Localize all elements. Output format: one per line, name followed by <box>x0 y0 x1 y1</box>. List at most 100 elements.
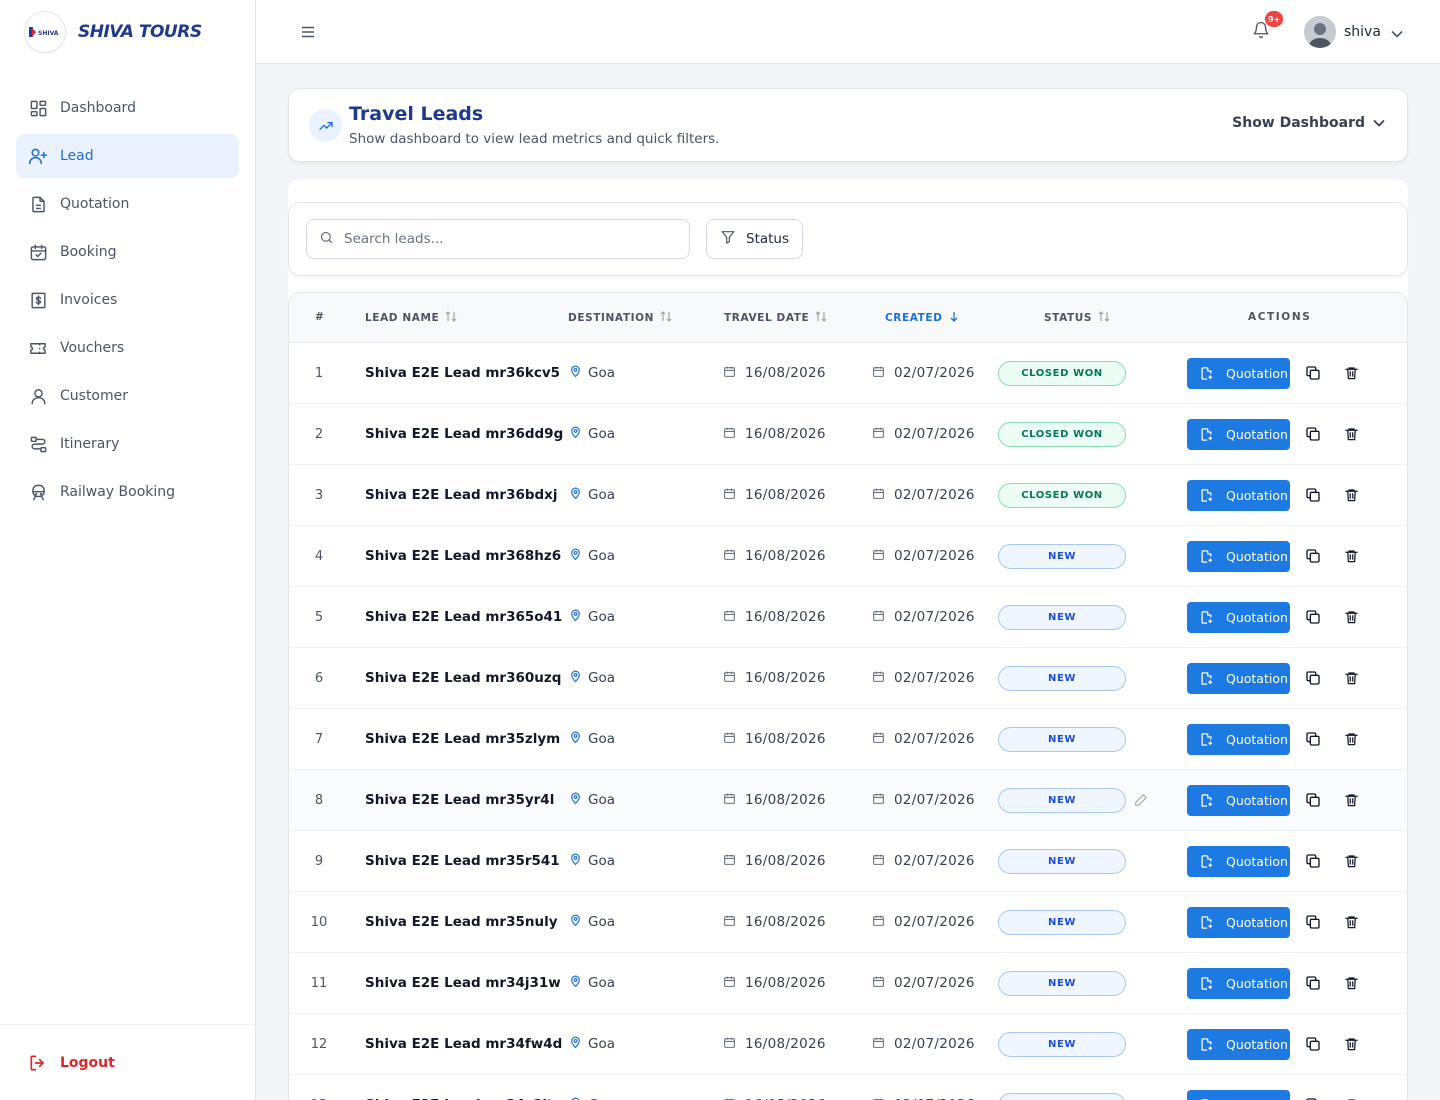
quotation-button[interactable]: Quotation <box>1187 1028 1290 1060</box>
status-badge[interactable]: NEW <box>998 604 1126 630</box>
table-row[interactable]: 12 Shiva E2E Lead mr34fw4d Goa 16/08/2026 02… <box>289 1014 1407 1075</box>
sidebar-item-quotation[interactable]: Quotation <box>16 182 239 226</box>
copy-icon[interactable] <box>1303 912 1323 932</box>
status-badge[interactable]: NEW <box>998 1031 1126 1057</box>
brand-logo[interactable]: SHIVA <box>24 11 66 53</box>
quotation-button[interactable]: Quotation <box>1187 906 1290 938</box>
column-header-lead-name[interactable]: LEAD NAME <box>365 311 457 325</box>
show-dashboard-toggle[interactable]: Show Dashboard <box>1232 115 1385 131</box>
sidebar-item-vouchers[interactable]: Vouchers <box>16 326 239 370</box>
column-header-travel-date[interactable]: TRAVEL DATE <box>724 311 827 325</box>
table-row[interactable]: 2 Shiva E2E Lead mr36dd9g Goa 16/08/2026 02/… <box>289 404 1407 465</box>
lead-name[interactable]: Shiva E2E Lead mr35zlym <box>365 709 560 769</box>
copy-icon[interactable] <box>1303 424 1323 444</box>
quotation-button[interactable]: Quotation <box>1187 967 1290 999</box>
table-row[interactable]: 4 Shiva E2E Lead mr368hz6 Goa 16/08/2026 02/… <box>289 526 1407 587</box>
status-badge[interactable]: CLOSED WON <box>998 360 1126 386</box>
quotation-button[interactable]: Quotation <box>1187 845 1290 877</box>
sidebar-item-itinerary[interactable]: Itinerary <box>16 422 239 466</box>
quotation-button[interactable]: Quotation <box>1187 601 1290 633</box>
quotation-button[interactable]: Quotation <box>1187 357 1290 389</box>
sidebar-item-invoices[interactable]: Invoices <box>16 278 239 322</box>
copy-icon[interactable] <box>1303 607 1323 627</box>
lead-name[interactable]: Shiva E2E Lead mr36bdxj <box>365 465 558 525</box>
lead-name[interactable]: Shiva E2E Lead mr36kcv5 <box>365 343 560 403</box>
status-badge[interactable]: CLOSED WON <box>998 421 1126 447</box>
table-row[interactable]: 7 Shiva E2E Lead mr35zlym Goa 16/08/2026 02/… <box>289 709 1407 770</box>
sidebar-item-lead[interactable]: Lead <box>16 134 239 178</box>
copy-icon[interactable] <box>1303 485 1323 505</box>
copy-icon[interactable] <box>1303 363 1323 383</box>
table-row[interactable]: 1 Shiva E2E Lead mr36kcv5 Goa 16/08/2026 02/… <box>289 343 1407 404</box>
status-badge[interactable]: NEW <box>998 665 1126 691</box>
menu-toggle-icon[interactable] <box>298 22 318 42</box>
status-badge[interactable]: NEW <box>998 848 1126 874</box>
column-header-created[interactable]: CREATED <box>885 311 959 325</box>
edit-status-icon[interactable] <box>1134 793 1148 807</box>
trash-icon[interactable] <box>1341 485 1361 505</box>
quotation-button[interactable]: Quotation <box>1187 479 1290 511</box>
trash-icon[interactable] <box>1341 851 1361 871</box>
copy-icon[interactable] <box>1303 790 1323 810</box>
copy-icon[interactable] <box>1303 546 1323 566</box>
table-row[interactable]: 13 Shiva E2E Lead mr34c8lt Goa 16/08/2026 02… <box>289 1075 1407 1100</box>
copy-icon[interactable] <box>1303 973 1323 993</box>
status-badge[interactable]: NEW <box>998 909 1126 935</box>
lead-name[interactable]: Shiva E2E Lead mr368hz6 <box>365 526 561 586</box>
logout-button[interactable]: Logout <box>16 1041 239 1085</box>
copy-icon[interactable] <box>1303 729 1323 749</box>
trash-icon[interactable] <box>1341 973 1361 993</box>
table-row[interactable]: 9 Shiva E2E Lead mr35r541 Goa 16/08/2026 02/… <box>289 831 1407 892</box>
column-header-status[interactable]: STATUS <box>1044 311 1110 325</box>
trash-icon[interactable] <box>1341 729 1361 749</box>
quotation-button[interactable]: Quotation <box>1187 784 1290 816</box>
table-row[interactable]: 10 Shiva E2E Lead mr35nuly Goa 16/08/2026 02… <box>289 892 1407 953</box>
copy-icon[interactable] <box>1303 851 1323 871</box>
trash-icon[interactable] <box>1341 546 1361 566</box>
trash-icon[interactable] <box>1341 363 1361 383</box>
sidebar-item-railway-booking[interactable]: Railway Booking <box>16 470 239 514</box>
lead-name[interactable]: Shiva E2E Lead mr34fw4d <box>365 1014 562 1074</box>
trash-icon[interactable] <box>1341 1095 1361 1100</box>
table-row[interactable]: 5 Shiva E2E Lead mr365o41 Goa 16/08/2026 02/… <box>289 587 1407 648</box>
copy-icon[interactable] <box>1303 1034 1323 1054</box>
sidebar-item-booking[interactable]: Booking <box>16 230 239 274</box>
trash-icon[interactable] <box>1341 424 1361 444</box>
status-badge[interactable]: CLOSED WON <box>998 482 1126 508</box>
lead-name[interactable]: Shiva E2E Lead mr365o41 <box>365 587 562 647</box>
table-row[interactable]: 8 Shiva E2E Lead mr35yr4l Goa 16/08/2026 02/… <box>289 770 1407 831</box>
lead-name[interactable]: Shiva E2E Lead mr36dd9g <box>365 404 563 464</box>
status-badge[interactable]: NEW <box>998 787 1126 813</box>
user-menu[interactable]: shiva <box>1304 15 1403 49</box>
status-badge[interactable]: NEW <box>998 1092 1126 1100</box>
status-badge[interactable]: NEW <box>998 543 1126 569</box>
trash-icon[interactable] <box>1341 607 1361 627</box>
quotation-button[interactable]: Quotation <box>1187 1089 1290 1100</box>
lead-name[interactable]: Shiva E2E Lead mr35yr4l <box>365 770 554 830</box>
lead-name[interactable]: Shiva E2E Lead mr35r541 <box>365 831 560 891</box>
lead-name[interactable]: Shiva E2E Lead mr35nuly <box>365 892 558 952</box>
sidebar-item-customer[interactable]: Customer <box>16 374 239 418</box>
table-row[interactable]: 11 Shiva E2E Lead mr34j31w Goa 16/08/2026 02… <box>289 953 1407 1014</box>
lead-name[interactable]: Shiva E2E Lead mr360uzq <box>365 648 561 708</box>
trash-icon[interactable] <box>1341 790 1361 810</box>
copy-icon[interactable] <box>1303 668 1323 688</box>
copy-icon[interactable] <box>1303 1095 1323 1100</box>
status-filter-button[interactable]: Status <box>706 219 803 259</box>
status-badge[interactable]: NEW <box>998 726 1126 752</box>
quotation-button[interactable]: Quotation <box>1187 418 1290 450</box>
quotation-button[interactable]: Quotation <box>1187 723 1290 755</box>
search-input[interactable] <box>344 231 664 247</box>
quotation-button[interactable]: Quotation <box>1187 540 1290 572</box>
sidebar-item-dashboard[interactable]: Dashboard <box>16 86 239 130</box>
column-header-destination[interactable]: DESTINATION <box>568 311 672 325</box>
lead-name[interactable]: Shiva E2E Lead mr34c8lt <box>365 1075 553 1100</box>
trash-icon[interactable] <box>1341 1034 1361 1054</box>
lead-name[interactable]: Shiva E2E Lead mr34j31w <box>365 953 561 1013</box>
quotation-button[interactable]: Quotation <box>1187 662 1290 694</box>
status-badge[interactable]: NEW <box>998 970 1126 996</box>
trash-icon[interactable] <box>1341 912 1361 932</box>
trash-icon[interactable] <box>1341 668 1361 688</box>
table-row[interactable]: 3 Shiva E2E Lead mr36bdxj Goa 16/08/2026 02/… <box>289 465 1407 526</box>
table-row[interactable]: 6 Shiva E2E Lead mr360uzq Goa 16/08/2026 02/… <box>289 648 1407 709</box>
